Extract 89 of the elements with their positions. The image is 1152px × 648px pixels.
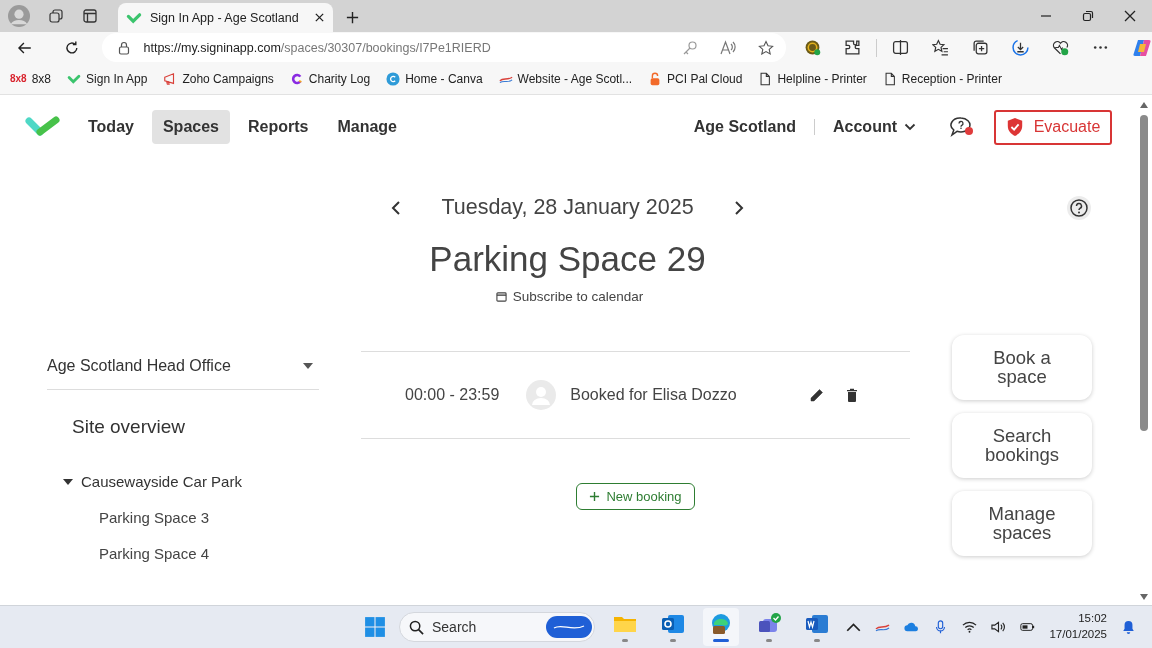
favorites-icon[interactable] (932, 39, 949, 56)
extensions-icon[interactable] (844, 39, 861, 56)
action-button[interactable]: Manage spaces (952, 491, 1092, 556)
bookmark[interactable]: Sign In App (67, 71, 148, 86)
canva-logo-icon (386, 71, 401, 86)
page-title: Parking Space 29 (428, 239, 707, 279)
tree-item[interactable]: Parking Space 4 (99, 545, 210, 562)
new-tab-icon[interactable] (345, 10, 360, 25)
search-highlight-drawing (546, 616, 592, 638)
bookmark[interactable]: Helpline - Printer (758, 71, 867, 86)
url-text: https://my.signinapp.com/spaces/30307/bookings/I7Pe1RIERD (143, 40, 491, 55)
plus-icon (589, 491, 601, 502)
booking-time: 00:00 - 23:59 (405, 386, 500, 404)
download-icon[interactable] (1012, 39, 1029, 56)
collections-icon[interactable] (972, 39, 989, 56)
search-icon (409, 620, 424, 635)
lock-icon (117, 40, 130, 55)
subscribe-link[interactable]: Subscribe to calendar (495, 289, 644, 304)
date-heading: Tuesday, 28 January 2025 (441, 195, 694, 220)
account-menu[interactable]: Account (833, 118, 916, 136)
shield-check-icon (1005, 117, 1024, 137)
calendar-icon (495, 291, 507, 302)
taskbar-app[interactable] (703, 608, 739, 646)
c-logo-icon (289, 71, 304, 86)
organisation-name: Age Scotland (693, 118, 796, 136)
action-button[interactable]: Search bookings (952, 413, 1092, 478)
browser-tab[interactable]: Sign In App - Age Scotland (118, 3, 333, 32)
bookmark[interactable]: Home - Canva (386, 71, 483, 86)
tab-actions-icon[interactable] (82, 8, 98, 24)
cloud-icon[interactable] (904, 620, 920, 634)
check-logo-icon[interactable] (25, 115, 61, 139)
refresh-icon[interactable] (63, 39, 80, 56)
section-heading: Site overview (72, 416, 185, 438)
workspaces-icon[interactable] (48, 8, 64, 24)
bookmark-logo: 8x8 (10, 73, 27, 84)
tree-item[interactable]: Causewayside Car Park (63, 473, 242, 490)
clock-date[interactable]: 17/01/2025 (1049, 627, 1107, 643)
previous-day-icon[interactable] (391, 199, 402, 216)
nav-link[interactable]: Reports (237, 110, 320, 144)
clock-time[interactable]: 15:02 (1078, 611, 1107, 627)
help-icon[interactable] (1067, 195, 1091, 220)
next-day-icon[interactable] (733, 199, 744, 216)
browser-app-icon (709, 612, 733, 635)
key-icon[interactable] (682, 39, 698, 56)
heart-pulse-icon[interactable] (1052, 39, 1069, 56)
notification-bell-icon[interactable] (1121, 620, 1136, 634)
wifi-icon[interactable] (962, 620, 978, 634)
caret-icon (303, 363, 313, 369)
restore-icon[interactable] (1082, 10, 1094, 22)
nav-link[interactable]: Today (77, 110, 145, 144)
copilot-icon[interactable] (1132, 37, 1152, 58)
windows-start-icon[interactable] (364, 616, 386, 638)
split-screen-icon[interactable] (892, 39, 909, 56)
read-aloud-icon[interactable] (720, 39, 736, 56)
nav-link[interactable]: Spaces (151, 110, 230, 144)
mail-app-icon (661, 612, 685, 635)
bookmark[interactable]: Zoho Campaigns (163, 71, 274, 86)
nav-link[interactable]: Manage (326, 110, 408, 144)
star-icon[interactable] (758, 39, 774, 56)
bookmark[interactable]: PCI Pal Cloud (648, 71, 743, 86)
close-icon[interactable] (314, 12, 325, 23)
chevron-down-icon (904, 123, 916, 131)
delete-icon[interactable] (844, 387, 860, 403)
edit-icon[interactable] (809, 387, 825, 403)
site-dropdown[interactable]: Age Scotland Head Office (47, 351, 319, 390)
bookmark[interactable]: Website - Age Scotl... (498, 71, 633, 86)
booking-label: Booked for Elisa Dozzo (570, 386, 737, 404)
check-logo-icon (126, 11, 142, 24)
bookmark[interactable]: Reception - Printer (882, 71, 1002, 86)
scroll-down-icon[interactable] (1138, 593, 1149, 601)
action-button[interactable]: Book a space (952, 335, 1092, 400)
close-icon[interactable] (1124, 10, 1136, 22)
page-icon (882, 71, 897, 86)
speaker-icon[interactable] (991, 620, 1007, 634)
chevron-up-icon[interactable] (846, 620, 862, 634)
evacuate-button[interactable]: Evacuate (994, 109, 1112, 145)
tree-item[interactable]: Parking Space 3 (99, 509, 210, 526)
help-chat-icon[interactable] (950, 116, 974, 138)
document-app-icon (805, 612, 829, 635)
bookmark[interactable]: Charity Log (289, 71, 371, 86)
tab-title: Sign In App - Age Scotland (150, 10, 300, 25)
address-bar[interactable]: https://my.signinapp.com/spaces/30307/bookings/I7Pe1RIERD (101, 33, 786, 62)
page-icon (758, 71, 773, 86)
bookmark[interactable]: 8x8 8x8 (10, 71, 52, 86)
new-booking-button[interactable]: New booking (576, 483, 695, 510)
chat-app-icon (757, 612, 781, 635)
scroll-up-icon[interactable] (1138, 101, 1149, 109)
extension-badge-icon[interactable] (804, 39, 821, 56)
battery-icon[interactable] (1020, 620, 1036, 634)
